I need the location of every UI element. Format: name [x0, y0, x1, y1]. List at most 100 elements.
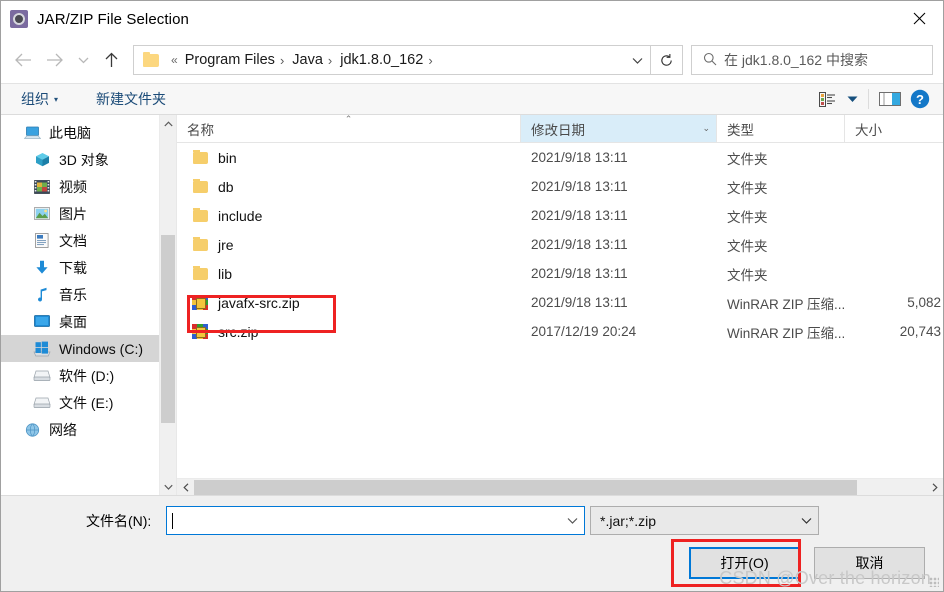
sidebar-scroll-up-button[interactable]: [160, 115, 176, 132]
3d-objects-icon: [33, 152, 51, 168]
filename-input[interactable]: [166, 506, 585, 535]
file-size-cell: 5,082: [907, 295, 941, 310]
recent-locations-button[interactable]: [71, 44, 95, 76]
back-button[interactable]: [7, 44, 39, 76]
title-bar: JAR/ZIP File Selection: [1, 1, 943, 37]
file-date-cell: 2021/9/18 13:11: [531, 179, 628, 194]
file-name-label: include: [218, 207, 263, 224]
folder-icon: [191, 207, 209, 224]
sidebar-scroll-thumb[interactable]: [161, 235, 175, 423]
this-pc-icon: [23, 125, 41, 141]
help-button[interactable]: ?: [905, 86, 935, 112]
resize-grip[interactable]: [929, 577, 939, 587]
table-row[interactable]: jre 2021/9/18 13:11 文件夹: [177, 230, 943, 259]
file-name-cell: db: [177, 178, 521, 195]
table-row[interactable]: src.zip 2017/12/19 20:24 WinRAR ZIP 压缩..…: [177, 317, 943, 346]
hscroll-right-button[interactable]: [926, 479, 943, 496]
column-header-size[interactable]: 大小: [845, 115, 943, 142]
view-dropdown-button[interactable]: [842, 86, 862, 112]
chevron-down-icon: [567, 518, 577, 524]
sidebar-item-3d-objects[interactable]: 3D 对象: [1, 146, 176, 173]
up-button[interactable]: [95, 44, 127, 76]
hscroll-left-button[interactable]: [177, 479, 194, 496]
refresh-button[interactable]: [651, 45, 683, 75]
address-bar[interactable]: « Program Files › Java › jdk1.8.0_162 ›: [133, 45, 651, 75]
filename-dropdown-button[interactable]: [560, 507, 584, 534]
file-name-label: db: [218, 178, 234, 195]
sidebar-item-downloads[interactable]: 下载: [1, 254, 176, 281]
sidebar-item-label: 桌面: [59, 313, 87, 330]
watermark: CSDN @Over the horizon: [719, 568, 931, 588]
chevron-right-icon[interactable]: ›: [426, 53, 437, 68]
breadcrumb-overflow[interactable]: «: [167, 53, 182, 67]
arrow-left-icon: [15, 53, 31, 67]
sidebar-item-drive-d[interactable]: 软件 (D:): [1, 362, 176, 389]
sidebar-item-pictures[interactable]: 图片: [1, 200, 176, 227]
svg-text:?: ?: [916, 92, 924, 107]
file-type-cell: 文件夹: [727, 209, 768, 225]
breadcrumb-item-jdk[interactable]: jdk1.8.0_162: [337, 52, 426, 68]
dialog-footer: 文件名(N): *.jar;*.zip 打开(O) 取消 CSDN @Over …: [1, 495, 943, 591]
chevron-down-icon: [801, 518, 811, 524]
view-list-icon: [818, 91, 835, 107]
column-header-label: 类型: [727, 122, 754, 138]
table-row[interactable]: bin 2021/9/18 13:11 文件夹: [177, 143, 943, 172]
view-options-button[interactable]: [812, 86, 842, 112]
organize-button[interactable]: 组织 ▾: [15, 89, 64, 109]
chevron-right-icon[interactable]: ›: [278, 53, 289, 68]
chevron-down-icon: [847, 96, 857, 102]
hscroll-thumb[interactable]: [194, 479, 857, 495]
desktop-icon: [33, 314, 51, 330]
folder-icon: [191, 265, 209, 282]
file-name-label: jre: [218, 236, 234, 253]
column-header-date[interactable]: 修改日期 ⌄: [521, 115, 717, 142]
table-row[interactable]: db 2021/9/18 13:11 文件夹: [177, 172, 943, 201]
sidebar-scrollbar[interactable]: [159, 115, 176, 495]
forward-button[interactable]: [39, 44, 71, 76]
address-dropdown-button[interactable]: [624, 46, 650, 74]
hscroll-track[interactable]: [194, 479, 926, 496]
new-folder-button[interactable]: 新建文件夹: [90, 89, 172, 109]
table-row[interactable]: lib 2021/9/18 13:11 文件夹: [177, 259, 943, 288]
filetype-dropdown-button[interactable]: [794, 507, 818, 534]
sidebar-scroll-down-button[interactable]: [160, 478, 176, 495]
column-header-type[interactable]: 类型: [717, 115, 845, 142]
sidebar-item-label: 音乐: [59, 286, 87, 303]
dialog-content: 此电脑 3D 对象 视频 图片 文档 下载 音乐 桌面 Windows (C:)…: [1, 115, 943, 495]
sidebar-item-network[interactable]: 网络: [1, 416, 176, 443]
table-row[interactable]: include 2021/9/18 13:11 文件夹: [177, 201, 943, 230]
sidebar-item-desktop[interactable]: 桌面: [1, 308, 176, 335]
sidebar-item-windows-c[interactable]: Windows (C:): [1, 335, 176, 362]
breadcrumb-item-java[interactable]: Java: [289, 52, 326, 68]
chevron-right-icon[interactable]: ›: [326, 53, 337, 68]
preview-pane-button[interactable]: [875, 86, 905, 112]
file-type-cell: 文件夹: [727, 180, 768, 196]
sidebar-item-label: 视频: [59, 178, 87, 195]
file-list-hscrollbar[interactable]: [177, 478, 943, 495]
column-header-name[interactable]: ⌃ 名称: [177, 115, 521, 142]
pictures-icon: [33, 206, 51, 222]
table-row[interactable]: javafx-src.zip 2021/9/18 13:11 WinRAR ZI…: [177, 288, 943, 317]
search-input[interactable]: 在 jdk1.8.0_162 中搜索: [724, 50, 868, 70]
sidebar-item-label: 文件 (E:): [59, 394, 114, 411]
file-type-cell: 文件夹: [727, 238, 768, 254]
search-box[interactable]: 在 jdk1.8.0_162 中搜索: [691, 45, 933, 75]
chevron-down-icon[interactable]: ⌄: [702, 123, 710, 134]
file-name-cell: include: [177, 207, 521, 224]
sidebar-item-videos[interactable]: 视频: [1, 173, 176, 200]
breadcrumb-item-program-files[interactable]: Program Files: [182, 52, 278, 68]
sidebar-item-this-pc[interactable]: 此电脑: [1, 119, 176, 146]
navigation-pane-list: 此电脑 3D 对象 视频 图片 文档 下载 音乐 桌面 Windows (C:)…: [1, 115, 176, 443]
sidebar-item-documents[interactable]: 文档: [1, 227, 176, 254]
filetype-filter-select[interactable]: *.jar;*.zip: [590, 506, 819, 535]
sidebar-item-drive-e[interactable]: 文件 (E:): [1, 389, 176, 416]
help-icon: ?: [910, 89, 930, 109]
sidebar-item-label: 文档: [59, 232, 87, 249]
filetype-filter-value: *.jar;*.zip: [600, 512, 657, 529]
close-button[interactable]: [896, 1, 943, 35]
file-name-label: javafx-src.zip: [218, 294, 300, 311]
sidebar-item-music[interactable]: 音乐: [1, 281, 176, 308]
chevron-down-icon: [78, 57, 88, 64]
sidebar-item-label: 此电脑: [49, 124, 91, 141]
file-name-label: lib: [218, 265, 233, 282]
